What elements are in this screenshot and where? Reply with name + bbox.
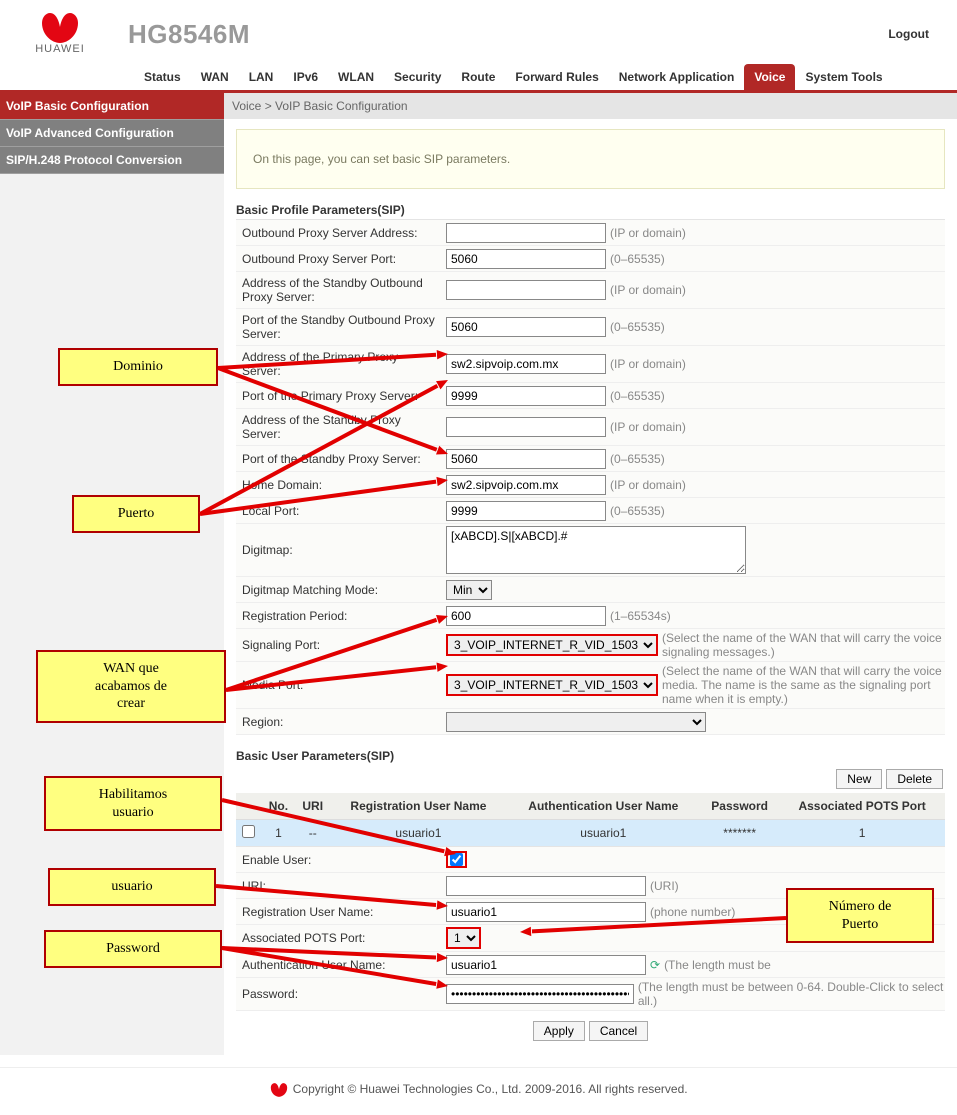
- standby-outbound-port-input[interactable]: [446, 317, 606, 337]
- registration-period-input[interactable]: [446, 606, 606, 626]
- cancel-button[interactable]: Cancel: [589, 1021, 648, 1041]
- tab-status[interactable]: Status: [134, 64, 191, 90]
- enable-user-checkbox[interactable]: [450, 853, 463, 866]
- tab-voice[interactable]: Voice: [744, 64, 795, 90]
- table-row[interactable]: 1 -- usuario1 usuario1 ******* 1: [236, 820, 945, 847]
- tab-ipv6[interactable]: IPv6: [283, 64, 328, 90]
- tab-wlan[interactable]: WLAN: [328, 64, 384, 90]
- standby-outbound-addr-input[interactable]: [446, 280, 606, 300]
- digitmap-input[interactable]: [xABCD].S|[xABCD].#: [446, 526, 746, 574]
- primary-port-input[interactable]: [446, 386, 606, 406]
- annotation-hab: Habilitamos usuario: [44, 776, 222, 831]
- home-domain-input[interactable]: [446, 475, 606, 495]
- tab-lan[interactable]: LAN: [239, 64, 284, 90]
- section-title-profile: Basic Profile Parameters(SIP): [236, 203, 945, 217]
- tab-system-tools[interactable]: System Tools: [795, 64, 892, 90]
- sidebar-item-2[interactable]: SIP/H.248 Protocol Conversion: [0, 147, 224, 174]
- users-table: No.URIRegistration User NameAuthenticati…: [236, 793, 945, 846]
- digitmap-mode-select[interactable]: Min: [446, 580, 492, 600]
- footer: Copyright © Huawei Technologies Co., Ltd…: [0, 1067, 957, 1115]
- annotation-numport: Número de Puerto: [786, 888, 934, 943]
- annotation-dominio: Dominio: [58, 348, 218, 386]
- breadcrumb: Voice > VoIP Basic Configuration: [224, 93, 957, 119]
- delete-button[interactable]: Delete: [886, 769, 943, 789]
- standby-addr-input[interactable]: [446, 417, 606, 437]
- standby-port-input[interactable]: [446, 449, 606, 469]
- sidebar-item-0[interactable]: VoIP Basic Configuration: [0, 93, 224, 120]
- annotation-puerto: Puerto: [72, 495, 200, 533]
- refresh-icon[interactable]: ⟳: [650, 958, 660, 972]
- primary-addr-input[interactable]: [446, 354, 606, 374]
- uri-input[interactable]: [446, 876, 646, 896]
- outbound-port-input[interactable]: [446, 249, 606, 269]
- tab-network-application[interactable]: Network Application: [609, 64, 745, 90]
- profile-parameters: Outbound Proxy Server Address: (IP or do…: [236, 219, 945, 735]
- main-nav: StatusWANLANIPv6WLANSecurityRouteForward…: [0, 64, 957, 93]
- signaling-port-select[interactable]: 3_VOIP_INTERNET_R_VID_1503: [446, 634, 658, 656]
- sidebar-item-1[interactable]: VoIP Advanced Configuration: [0, 120, 224, 147]
- tab-wan[interactable]: WAN: [191, 64, 239, 90]
- annotation-password: Password: [44, 930, 222, 968]
- tab-security[interactable]: Security: [384, 64, 451, 90]
- auth-username-input[interactable]: [446, 955, 646, 975]
- registration-username-input[interactable]: [446, 902, 646, 922]
- apply-button[interactable]: Apply: [533, 1021, 585, 1041]
- new-button[interactable]: New: [836, 769, 882, 789]
- region-select[interactable]: [446, 712, 706, 732]
- brand-logo: HUAWEI: [10, 6, 110, 62]
- section-title-user: Basic User Parameters(SIP): [236, 749, 945, 763]
- sidebar: VoIP Basic ConfigurationVoIP Advanced Co…: [0, 93, 224, 1055]
- info-banner: On this page, you can set basic SIP para…: [236, 129, 945, 189]
- pots-port-select[interactable]: 1: [446, 927, 481, 949]
- annotation-wan: WAN que acabamos de crear: [36, 650, 226, 723]
- password-input[interactable]: [446, 984, 634, 1004]
- annotation-usuario: usuario: [48, 868, 216, 906]
- logout-link[interactable]: Logout: [888, 27, 929, 41]
- tab-route[interactable]: Route: [451, 64, 505, 90]
- outbound-addr-input[interactable]: [446, 223, 606, 243]
- local-port-input[interactable]: [446, 501, 606, 521]
- row-checkbox[interactable]: [242, 825, 255, 838]
- media-port-select[interactable]: 3_VOIP_INTERNET_R_VID_1503: [446, 674, 658, 696]
- device-model: HG8546M: [128, 19, 888, 50]
- tab-forward-rules[interactable]: Forward Rules: [505, 64, 608, 90]
